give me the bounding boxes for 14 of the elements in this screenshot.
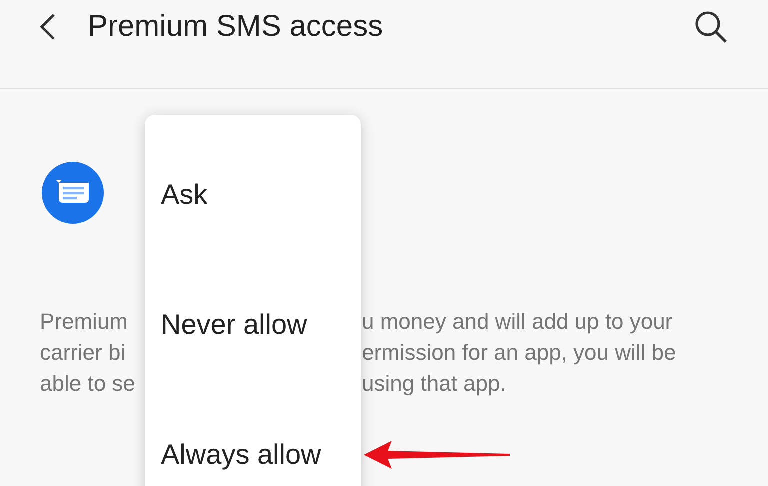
page-title: Premium SMS access xyxy=(88,10,384,45)
description-text: ermission for an app, you will be xyxy=(362,340,676,366)
menu-item[interactable]: Ask xyxy=(145,130,361,260)
message-icon xyxy=(42,162,104,224)
description-text: using that app. xyxy=(362,370,506,396)
back-icon[interactable] xyxy=(38,13,58,41)
description-text: Premium xyxy=(40,308,128,334)
description-text: able to se xyxy=(40,370,136,396)
arrow-icon xyxy=(362,439,512,471)
search-icon[interactable] xyxy=(694,10,728,44)
menu-item[interactable]: Always allow xyxy=(145,390,361,486)
menu-item[interactable]: Never allow xyxy=(145,260,361,390)
description-text: carrier bi xyxy=(40,340,126,366)
description-text: u money and will add up to your xyxy=(362,308,673,334)
